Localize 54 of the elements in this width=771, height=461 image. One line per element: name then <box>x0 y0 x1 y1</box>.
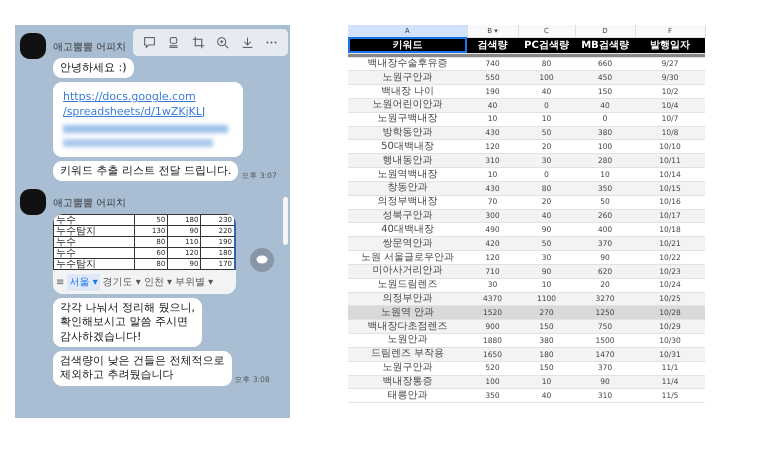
table-cell: 의정부안과 <box>348 292 467 306</box>
speech-bubble-icon <box>256 255 268 265</box>
sender-name: 애고뿜뿜 어피치 <box>53 41 126 55</box>
link-text[interactable]: /spreadsheets/d/1wZKjKLJ <box>63 104 233 119</box>
link-text[interactable]: https://docs.google.com <box>63 90 233 105</box>
chat-bubble-button[interactable] <box>250 248 274 272</box>
avatar <box>20 33 46 59</box>
sheet-tab[interactable]: 부위별 ▾ <box>175 274 214 290</box>
column-header: 발행일자 <box>635 37 705 53</box>
table-cell: 백내장통증 <box>348 375 467 389</box>
table-cell: 누수 <box>54 214 135 226</box>
menu-icon[interactable]: ≡ <box>56 274 64 290</box>
table-cell: 노원어린이안과 <box>348 98 467 112</box>
sender-name: 애고뿜뿜 어피치 <box>53 197 126 212</box>
table-cell: 백내장다초점렌즈 <box>348 320 467 334</box>
table-cell: 태릉안과 <box>348 388 467 403</box>
table-cell: 백내장 나이 <box>348 84 467 98</box>
message-bubble: 검색량이 낮은 건들은 전체적으로 제외하고 추려뒀습니다 <box>53 351 232 386</box>
table-cell: 누수 <box>54 248 135 259</box>
table-cell: 쌍문역안과 <box>348 236 467 251</box>
message-bubble: 안녕하세요 :) <box>53 58 134 78</box>
table-cell: 누수 <box>54 236 135 248</box>
table-cell: 누수탐지 <box>54 226 135 237</box>
table-cell: 노원구백내장 <box>348 112 467 126</box>
column-header: PC검색량 <box>518 37 575 53</box>
table-cell: 노원드림렌즈 <box>348 278 467 292</box>
table-cell: 노원역 안과 <box>348 306 467 320</box>
comment-icon[interactable] <box>142 36 156 49</box>
table-cell: 노원구안과 <box>348 70 467 85</box>
table-cell: 의정부백내장 <box>348 195 467 210</box>
table-cell: 미아사거리안과 <box>348 264 467 278</box>
message-bubble: 각각 나눠서 정리해 뒀으니, 확인해보시고 말씀 주시면 감사하겠습니다! <box>53 298 202 348</box>
table-cell: 드림렌즈 부작용 <box>348 347 467 362</box>
share-icon[interactable] <box>167 36 180 49</box>
column-header: 키워드 <box>348 37 467 53</box>
table-cell: 노원역백내장 <box>348 168 467 182</box>
sheet-tab[interactable]: 인천 ▾ <box>144 274 172 290</box>
zoom-in-icon[interactable] <box>216 36 230 49</box>
table-cell: 성북구안과 <box>348 209 467 223</box>
message-bubble: 키워드 추출 리스트 전달 드립니다. <box>53 160 238 182</box>
table-cell: 행내동안과 <box>348 154 467 168</box>
table-cell: 노원 서울글로우안과 <box>348 250 467 264</box>
download-icon[interactable] <box>240 36 254 49</box>
table-cell: 창동안과 <box>348 181 467 196</box>
scrollbar <box>283 197 288 245</box>
avatar <box>20 189 46 216</box>
sheet-tab[interactable]: 서울 ▾ <box>67 274 100 291</box>
column-header: 검색량 <box>467 37 518 53</box>
table-cell: 노원안과 <box>348 334 467 348</box>
crop-icon[interactable] <box>192 36 205 49</box>
column-header: MB검색량 <box>575 37 635 53</box>
table-cell: 방학동안과 <box>348 126 467 140</box>
sheet-tab[interactable]: 경기도 ▾ <box>102 274 141 290</box>
table-cell: 노원구안과 <box>348 361 467 376</box>
